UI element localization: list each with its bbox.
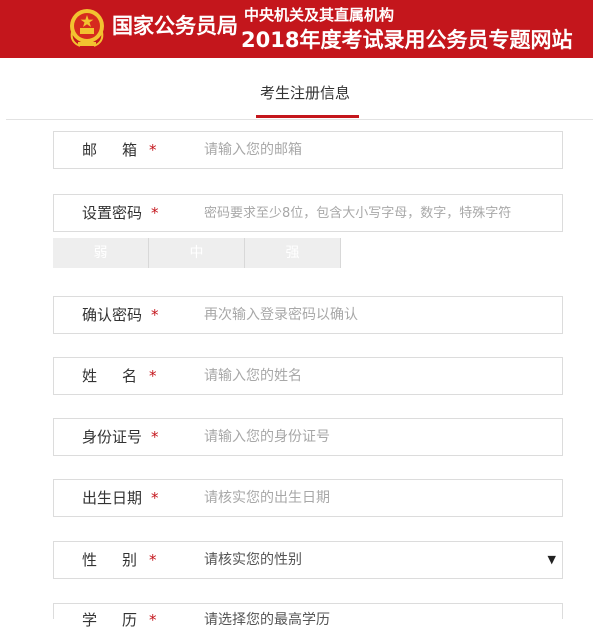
password-row: 设置密码 *	[53, 194, 563, 232]
email-input[interactable]	[204, 138, 542, 162]
password-input[interactable]	[204, 201, 542, 225]
tab-active-indicator	[256, 115, 359, 118]
email-row: 邮箱 *	[53, 131, 563, 169]
id-number-row: 身份证号 *	[53, 418, 563, 456]
strength-weak: 弱	[53, 238, 149, 268]
site-title: 2018年度考试录用公务员专题网站	[241, 28, 573, 52]
id-number-label: 身份证号	[82, 428, 143, 446]
birth-date-label: 出生日期	[82, 489, 143, 507]
required-mark: *	[151, 489, 159, 507]
site-header: 国家公务员局 中央机关及其直属机构 2018年度考试录用公务员专题网站	[0, 0, 593, 58]
caret-down-icon: ▼	[547, 553, 556, 566]
password-label: 设置密码	[82, 204, 143, 222]
required-mark: *	[149, 141, 157, 159]
site-subtitle: 中央机关及其直属机构	[244, 6, 395, 24]
brand-title: 国家公务员局	[112, 14, 238, 38]
tab-bar: 考生注册信息	[6, 58, 593, 120]
education-selected-value: 请选择您的最高学历	[204, 612, 330, 628]
required-mark: *	[149, 611, 157, 629]
required-mark: *	[149, 367, 157, 385]
id-number-input[interactable]	[204, 425, 542, 449]
gender-selected-value: 请核实您的性别	[204, 552, 302, 568]
gender-select[interactable]: 性别 * 请核实您的性别 ▼	[53, 541, 563, 579]
name-row: 姓名 *	[53, 357, 563, 395]
birth-date-input[interactable]	[204, 486, 542, 510]
confirm-password-input[interactable]	[204, 303, 542, 327]
required-mark: *	[151, 204, 159, 222]
required-mark: *	[151, 428, 159, 446]
required-mark: *	[151, 306, 159, 324]
required-mark: *	[149, 551, 157, 569]
name-input[interactable]	[204, 364, 542, 388]
tab-registration-info[interactable]: 考生注册信息	[251, 82, 359, 103]
strength-strong: 强	[245, 238, 341, 268]
national-emblem-icon	[70, 9, 104, 47]
password-strength-meter: 弱 中 强	[53, 238, 341, 268]
strength-medium: 中	[149, 238, 245, 268]
confirm-password-row: 确认密码 *	[53, 296, 563, 334]
education-select[interactable]: 学历 * 请选择您的最高学历	[53, 603, 563, 629]
confirm-password-label: 确认密码	[82, 306, 143, 324]
birth-date-row: 出生日期 *	[53, 479, 563, 517]
